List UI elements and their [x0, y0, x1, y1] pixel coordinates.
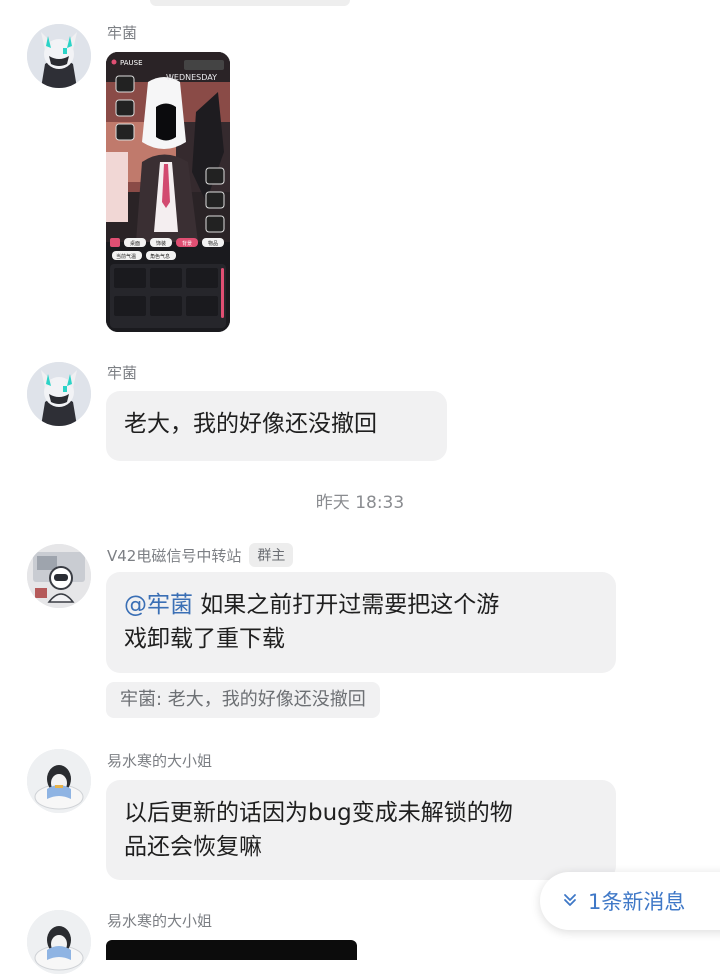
previous-message-edge	[150, 0, 350, 6]
mention-link[interactable]: @牢菌	[124, 592, 193, 618]
sender-name: 易水寒的大小姐	[107, 912, 213, 930]
quoted-reply[interactable]: 牢菌: 老大，我的好像还没撤回	[106, 682, 380, 718]
svg-text:物品: 物品	[208, 240, 218, 247]
message-text: 品还会恢复嘛	[124, 834, 262, 860]
owner-badge: 群主	[249, 543, 294, 567]
message-text: 戏卸载了重下载	[124, 626, 285, 652]
sender-name-row: V42电磁信号中转站 群主	[107, 543, 294, 567]
chevron-double-down-icon	[562, 892, 578, 911]
message-text: 如果之前打开过需要把这个游	[193, 592, 500, 618]
svg-text:背景: 背景	[182, 240, 192, 247]
pause-label: PAUSE	[120, 59, 143, 67]
message-text: 老大，我的好像还没撤回	[124, 411, 377, 437]
svg-text:桌面: 桌面	[130, 240, 140, 247]
timestamp-divider: 昨天 18:33	[315, 493, 405, 513]
message-text: 以后更新的话因为bug变成未解锁的物	[124, 800, 513, 826]
day-label: WEDNESDAY	[166, 73, 217, 82]
svg-text:当前气温: 当前气温	[116, 253, 136, 260]
avatar-laojun[interactable]	[27, 24, 91, 88]
message-bubble[interactable]: @牢菌 如果之前打开过需要把这个游 戏卸载了重下载	[106, 572, 616, 673]
new-messages-button[interactable]: 1条新消息	[540, 872, 720, 930]
new-messages-label: 1条新消息	[588, 890, 686, 914]
sender-name: 易水寒的大小姐	[107, 752, 213, 770]
message-bubble[interactable]: 老大，我的好像还没撤回	[106, 391, 447, 461]
message-bubble[interactable]: 以后更新的话因为bug变成未解锁的物 品还会恢复嘛	[106, 780, 616, 880]
svg-text:饰装: 饰装	[156, 240, 166, 247]
svg-text:角色气息: 角色气息	[150, 253, 170, 260]
image-message[interactable]	[106, 940, 357, 960]
sender-name: 牢菌	[107, 24, 138, 42]
sender-name: V42电磁信号中转站	[107, 546, 242, 565]
avatar-laojun[interactable]	[27, 362, 91, 426]
sender-name: 牢菌	[107, 364, 138, 382]
avatar-v42[interactable]	[27, 544, 91, 608]
avatar-yishuihan[interactable]	[27, 749, 91, 813]
shared-game-screenshot[interactable]: PAUSE WEDNESDAY 桌面 饰装 背景 物品 当前气温 角色气息	[106, 52, 230, 332]
avatar-yishuihan[interactable]	[27, 910, 91, 974]
